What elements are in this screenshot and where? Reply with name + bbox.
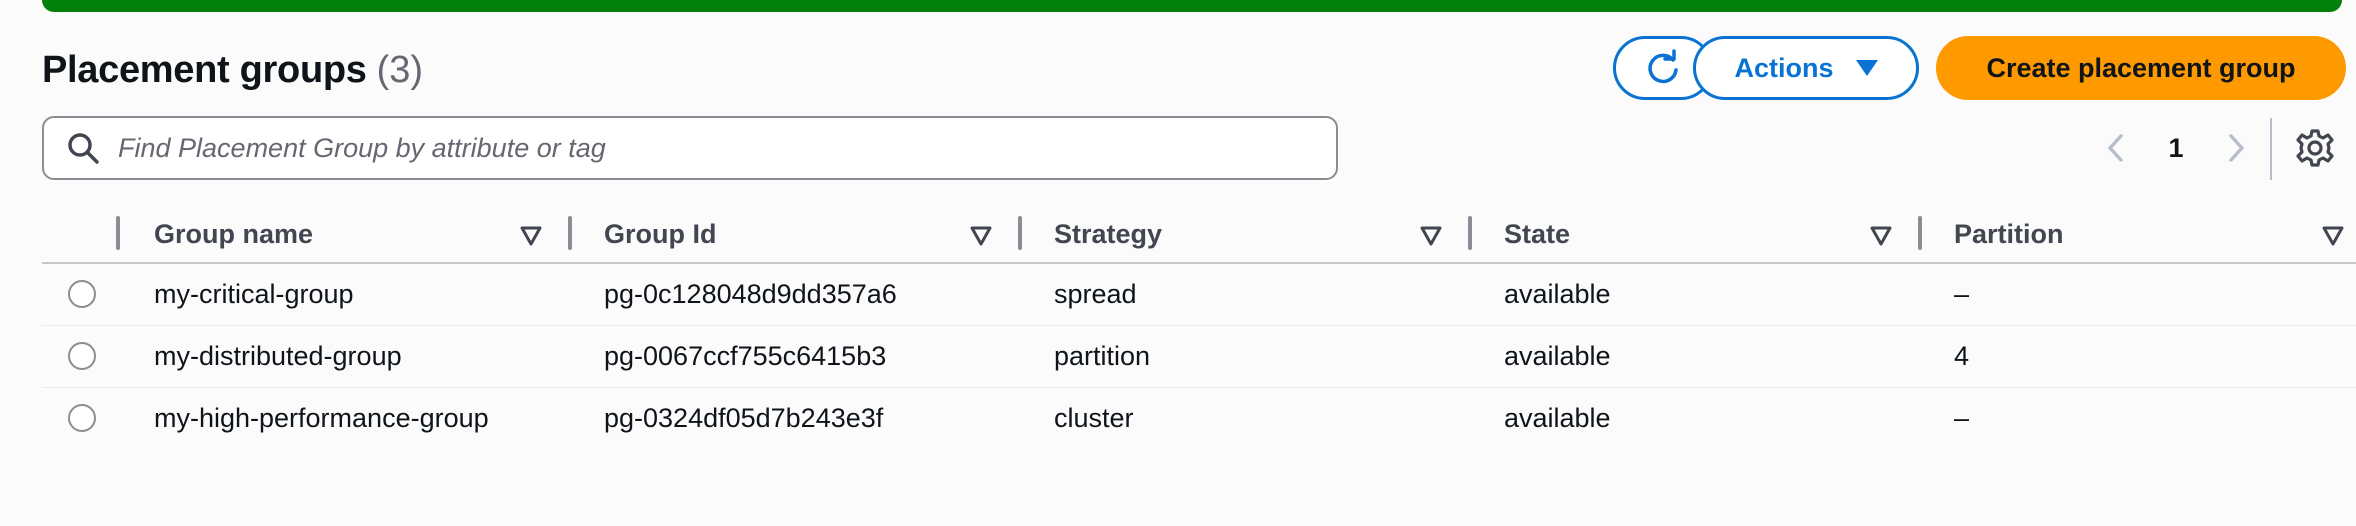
group-name-cell: my-critical-group <box>154 279 354 309</box>
partition-cell: 4 <box>1954 341 1970 371</box>
column-label: State <box>1504 218 1571 249</box>
column-label: Group name <box>154 218 314 249</box>
sort-icon[interactable] <box>1420 226 1442 246</box>
placement-groups-table: Group name Group Id Strategy State Parti… <box>42 206 2356 449</box>
search-input[interactable] <box>116 131 1320 165</box>
gear-icon[interactable] <box>2295 128 2335 168</box>
row-select-radio[interactable] <box>68 342 96 370</box>
table-row[interactable]: my-high-performance-group pg-0324df05d7b… <box>42 388 2356 449</box>
actions-label: Actions <box>1734 52 1834 83</box>
table-row[interactable]: my-critical-group pg-0c128048d9dd357a6 s… <box>42 264 2356 326</box>
column-divider[interactable] <box>1468 216 1472 250</box>
strategy-cell: cluster <box>1054 403 1134 433</box>
search-icon <box>66 131 100 165</box>
pagination: 1 <box>2096 116 2256 180</box>
column-divider[interactable] <box>1018 216 1022 250</box>
success-flashbar <box>42 0 2342 12</box>
partition-cell: – <box>1954 279 1970 309</box>
column-divider[interactable] <box>116 216 120 250</box>
create-placement-group-button[interactable]: Create placement group <box>1936 36 2346 100</box>
group-id-cell: pg-0c128048d9dd357a6 <box>604 279 897 309</box>
actions-button[interactable]: Actions <box>1693 36 1919 100</box>
column-label: Partition <box>1954 218 2064 249</box>
table-row[interactable]: my-distributed-group pg-0067ccf755c6415b… <box>42 326 2356 388</box>
column-divider[interactable] <box>1918 216 1922 250</box>
create-label: Create placement group <box>1986 52 2296 83</box>
column-divider[interactable] <box>568 216 572 250</box>
column-label: Strategy <box>1054 218 1163 249</box>
chevron-right-icon <box>2229 134 2244 162</box>
item-count: (3) <box>376 48 424 91</box>
group-id-cell: pg-0324df05d7b243e3f <box>604 403 884 433</box>
sort-icon[interactable] <box>520 226 542 246</box>
sort-icon[interactable] <box>1870 226 1892 246</box>
row-select-radio[interactable] <box>68 404 96 432</box>
column-header-state[interactable]: State <box>1504 206 1570 262</box>
group-id-cell: pg-0067ccf755c6415b3 <box>604 341 887 371</box>
sort-icon[interactable] <box>970 226 992 246</box>
partition-cell: – <box>1954 403 1970 433</box>
state-cell: available <box>1504 279 1611 309</box>
page-header: Placement groups (3) <box>42 44 423 96</box>
chevron-left-icon <box>2108 134 2123 162</box>
column-header-strategy[interactable]: Strategy <box>1054 206 1162 262</box>
group-name-cell: my-high-performance-group <box>154 403 489 433</box>
table-header: Group name Group Id Strategy State Parti… <box>42 206 2356 264</box>
search-field[interactable] <box>42 116 1338 180</box>
page-title: Placement groups <box>42 48 367 91</box>
column-label: Group Id <box>604 218 717 249</box>
state-cell: available <box>1504 403 1611 433</box>
strategy-cell: spread <box>1054 279 1137 309</box>
strategy-cell: partition <box>1054 341 1151 371</box>
column-header-group-id[interactable]: Group Id <box>604 206 716 262</box>
group-name-cell: my-distributed-group <box>154 341 402 371</box>
pagination-divider <box>2270 118 2272 180</box>
column-header-group-name[interactable]: Group name <box>154 206 313 262</box>
row-select-radio[interactable] <box>68 280 96 308</box>
page-number[interactable]: 1 <box>2136 133 2216 164</box>
sort-icon[interactable] <box>2322 226 2344 246</box>
state-cell: available <box>1504 341 1611 371</box>
next-page-button[interactable] <box>2216 128 2256 168</box>
column-header-partition[interactable]: Partition <box>1954 206 2064 262</box>
caret-down-icon <box>1855 60 1878 76</box>
refresh-icon <box>1648 49 1678 84</box>
previous-page-button[interactable] <box>2096 128 2136 168</box>
